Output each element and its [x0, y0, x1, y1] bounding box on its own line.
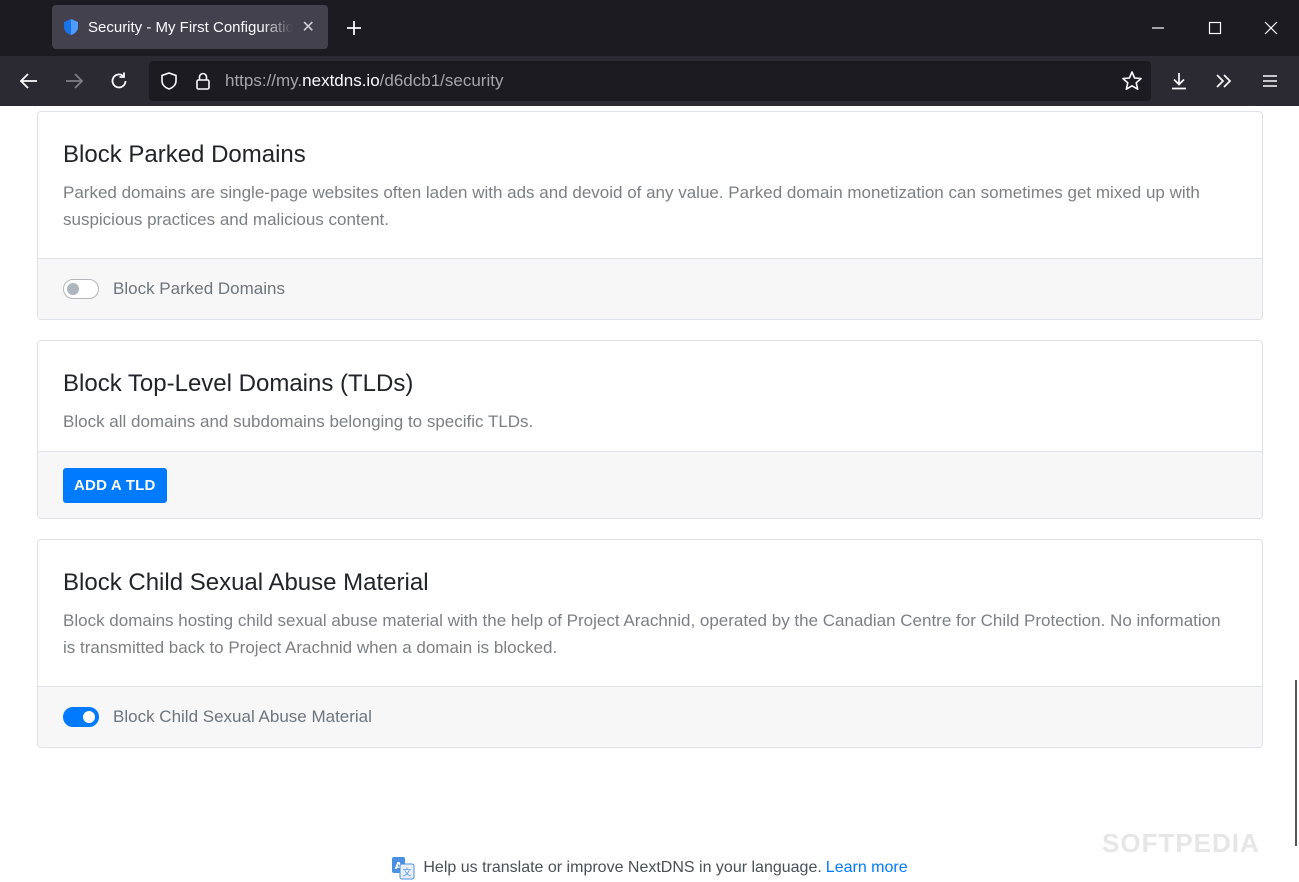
url-text[interactable]: https://my.nextdns.io/d6dcb1/security: [225, 71, 503, 91]
url-prefix: https://my.: [225, 71, 303, 90]
browser-tab-security[interactable]: Security - My First Configuration ✕: [52, 5, 328, 49]
card-footer: Block Child Sexual Abuse Material: [38, 686, 1262, 747]
reload-button[interactable]: [103, 65, 135, 97]
minimize-icon: [1152, 27, 1164, 29]
footer-text: Help us translate or improve NextDNS in …: [423, 859, 822, 876]
forward-button[interactable]: [58, 65, 90, 97]
hamburger-menu-icon: [1263, 75, 1277, 87]
back-button[interactable]: [13, 65, 45, 97]
bookmark-star-icon[interactable]: [1121, 70, 1143, 97]
card-block-parked-domains: Block Parked Domains Parked domains are …: [37, 111, 1263, 320]
card-title: Block Parked Domains: [63, 141, 306, 168]
downloads-button[interactable]: [1163, 65, 1195, 97]
card-description: Block all domains and subdomains belongi…: [63, 412, 534, 431]
toggle-label[interactable]: Block Parked Domains: [113, 279, 285, 299]
download-icon: [1172, 73, 1186, 90]
card-block-tlds: Block Top-Level Domains (TLDs) Block all…: [37, 340, 1263, 519]
learn-more-link[interactable]: Learn more: [826, 859, 908, 877]
double-chevron-right-icon: [1216, 74, 1232, 88]
url-bar[interactable]: https://my.nextdns.io/d6dcb1/security: [149, 61, 1151, 101]
add-tld-button[interactable]: ADD A TLD: [63, 467, 167, 503]
block-csam-toggle[interactable]: [63, 707, 99, 727]
browser-titlebar: Security - My First Configuration ✕: [0, 0, 1299, 56]
arrow-left-icon: [19, 73, 37, 89]
close-window-button[interactable]: [1255, 12, 1287, 44]
plus-icon: [347, 21, 361, 35]
toggle-label[interactable]: Block Child Sexual Abuse Material: [113, 707, 372, 727]
card-block-csam: Block Child Sexual Abuse Material Block …: [37, 539, 1263, 748]
card-title: Block Child Sexual Abuse Material: [63, 569, 429, 596]
page-footer: A文 Help us translate or improve NextDNS …: [0, 856, 1299, 880]
browser-navbar: https://my.nextdns.io/d6dcb1/security: [0, 56, 1299, 106]
tracking-protection-shield-icon[interactable]: [159, 71, 179, 96]
url-path: /d6dcb1/security: [379, 71, 504, 90]
toggle-knob: [67, 283, 79, 295]
minimize-window-button[interactable]: [1142, 12, 1174, 44]
watermark-logo: SOFTPEDIA: [1102, 828, 1260, 858]
svg-text:文: 文: [403, 867, 412, 879]
url-host: nextdns.io: [302, 71, 380, 90]
card-title: Block Top-Level Domains (TLDs): [63, 370, 414, 397]
reload-icon: [111, 72, 127, 89]
card-footer: Block Parked Domains: [38, 258, 1262, 319]
maximize-icon: [1208, 21, 1222, 35]
close-tab-icon[interactable]: ✕: [299, 17, 318, 37]
translate-icon: A文: [391, 856, 415, 880]
card-description: Block domains hosting child sexual abuse…: [63, 611, 1221, 657]
lock-icon[interactable]: [193, 71, 213, 96]
card-description: Parked domains are single-page websites …: [63, 183, 1200, 229]
toggle-knob: [83, 711, 95, 723]
close-icon: [1264, 21, 1278, 35]
more-tools-button[interactable]: [1208, 65, 1240, 97]
menu-button[interactable]: [1254, 65, 1286, 97]
maximize-window-button[interactable]: [1199, 12, 1231, 44]
card-footer: ADD A TLD: [38, 451, 1262, 518]
new-tab-button[interactable]: [340, 14, 368, 42]
shield-icon: [62, 18, 80, 36]
arrow-right-icon: [66, 73, 84, 89]
block-parked-domains-toggle[interactable]: [63, 279, 99, 299]
scrollbar-thumb[interactable]: [1295, 680, 1297, 846]
tab-title: Security - My First Configuration: [88, 18, 293, 36]
